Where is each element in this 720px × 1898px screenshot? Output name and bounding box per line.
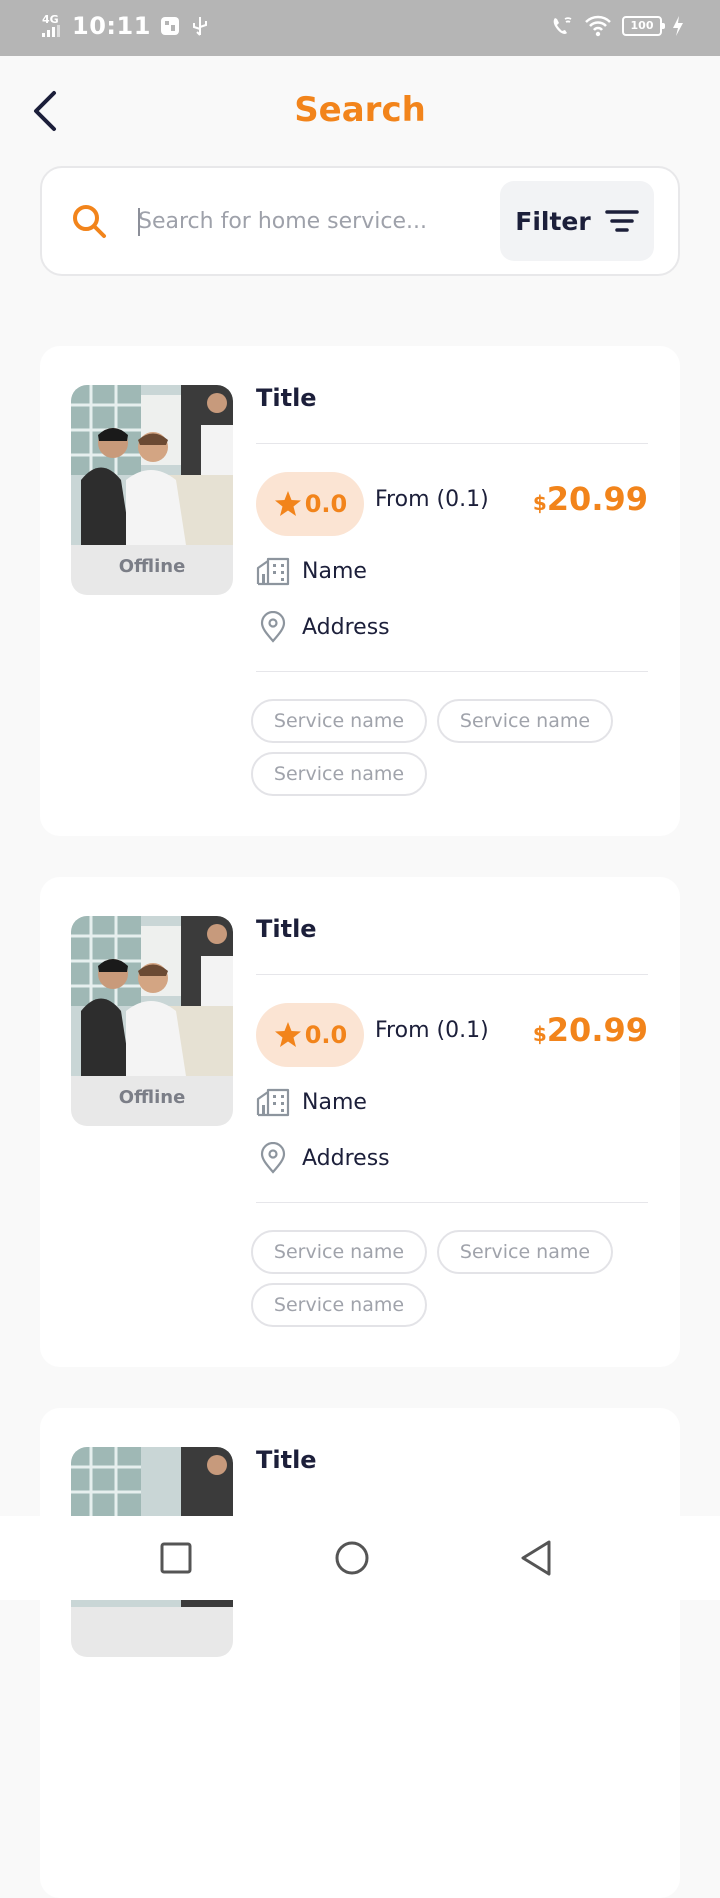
network-label: 4G bbox=[42, 13, 59, 26]
address-row: Address bbox=[256, 611, 390, 643]
address: Address bbox=[302, 1145, 390, 1171]
signal-icon bbox=[42, 25, 60, 37]
charging-icon bbox=[673, 16, 683, 36]
status-bar: 4G 10:11 100 bbox=[0, 0, 720, 56]
battery-indicator: 100 bbox=[622, 16, 665, 36]
text-cursor bbox=[138, 208, 140, 236]
rating-badge: 0.0 bbox=[256, 1003, 364, 1067]
header: Search bbox=[0, 56, 720, 166]
card-title: Title bbox=[256, 1446, 317, 1474]
from-text: From (0.1) bbox=[375, 1018, 489, 1043]
provider-name-row: Name bbox=[256, 1087, 367, 1117]
service-chip[interactable]: Service name bbox=[251, 699, 427, 743]
provider-photo-frame: Offline bbox=[71, 385, 233, 595]
price-currency: $ bbox=[532, 1022, 547, 1046]
card-title: Title bbox=[256, 915, 317, 943]
status-time: 10:11 bbox=[72, 12, 151, 40]
star-icon bbox=[274, 491, 301, 516]
call-wifi-icon bbox=[553, 17, 572, 34]
network-indicator: 4G bbox=[40, 13, 64, 39]
price-amount: 20.99 bbox=[546, 1011, 648, 1049]
system-back-button[interactable] bbox=[514, 1536, 558, 1580]
rating-value: 0.0 bbox=[304, 1021, 348, 1049]
triangle-back-icon bbox=[521, 1540, 551, 1576]
provider-photo bbox=[71, 916, 233, 1076]
divider bbox=[256, 443, 648, 444]
service-card[interactable]: Offline Title 0.0 From (0.1) $20.99 Name… bbox=[40, 877, 680, 1367]
building-icon bbox=[256, 1088, 290, 1117]
system-nav-bar bbox=[0, 1516, 720, 1600]
filter-icon bbox=[604, 210, 639, 232]
service-chip[interactable]: Service name bbox=[251, 1230, 427, 1274]
search-input[interactable] bbox=[138, 198, 498, 244]
price: $20.99 bbox=[533, 1011, 648, 1049]
service-chip[interactable]: Service name bbox=[437, 1230, 613, 1274]
service-chip[interactable]: Service name bbox=[437, 699, 613, 743]
location-pin-icon bbox=[260, 611, 286, 643]
location-pin-icon bbox=[260, 1142, 286, 1174]
service-chip[interactable]: Service name bbox=[251, 1283, 427, 1327]
divider bbox=[256, 1202, 648, 1203]
provider-name: Name bbox=[302, 558, 367, 584]
service-card[interactable]: Title bbox=[40, 1408, 680, 1898]
provider-name-row: Name bbox=[256, 556, 367, 586]
provider-name: Name bbox=[302, 1089, 367, 1115]
recents-button[interactable] bbox=[154, 1536, 198, 1580]
usb-icon bbox=[192, 17, 207, 36]
rating-value: 0.0 bbox=[304, 490, 348, 518]
wifi-icon bbox=[585, 15, 611, 37]
star-icon bbox=[274, 1022, 301, 1047]
from-text: From (0.1) bbox=[375, 487, 489, 512]
divider bbox=[256, 974, 648, 975]
provider-photo bbox=[71, 385, 233, 545]
divider bbox=[256, 671, 648, 672]
price-amount: 20.99 bbox=[546, 480, 648, 518]
price: $20.99 bbox=[533, 480, 648, 518]
search-icon bbox=[73, 205, 106, 238]
page-title: Search bbox=[294, 90, 426, 130]
search-bar: Filter bbox=[40, 166, 680, 276]
address-row: Address bbox=[256, 1142, 390, 1174]
status-label: Offline bbox=[118, 556, 186, 577]
square-icon bbox=[160, 1542, 192, 1574]
service-card[interactable]: Offline Title 0.0 From (0.1) $20.99 Name… bbox=[40, 346, 680, 836]
filter-button[interactable]: Filter bbox=[500, 181, 654, 261]
building-icon bbox=[256, 557, 290, 586]
filter-label: Filter bbox=[515, 206, 591, 236]
address: Address bbox=[302, 614, 390, 640]
notification-icon bbox=[160, 17, 179, 35]
price-currency: $ bbox=[532, 491, 547, 515]
status-label: Offline bbox=[118, 1087, 186, 1108]
rating-badge: 0.0 bbox=[256, 472, 364, 536]
home-button[interactable] bbox=[330, 1536, 374, 1580]
provider-photo-frame: Offline bbox=[71, 916, 233, 1126]
circle-icon bbox=[335, 1541, 369, 1575]
card-title: Title bbox=[256, 384, 317, 412]
service-chip[interactable]: Service name bbox=[251, 752, 427, 796]
